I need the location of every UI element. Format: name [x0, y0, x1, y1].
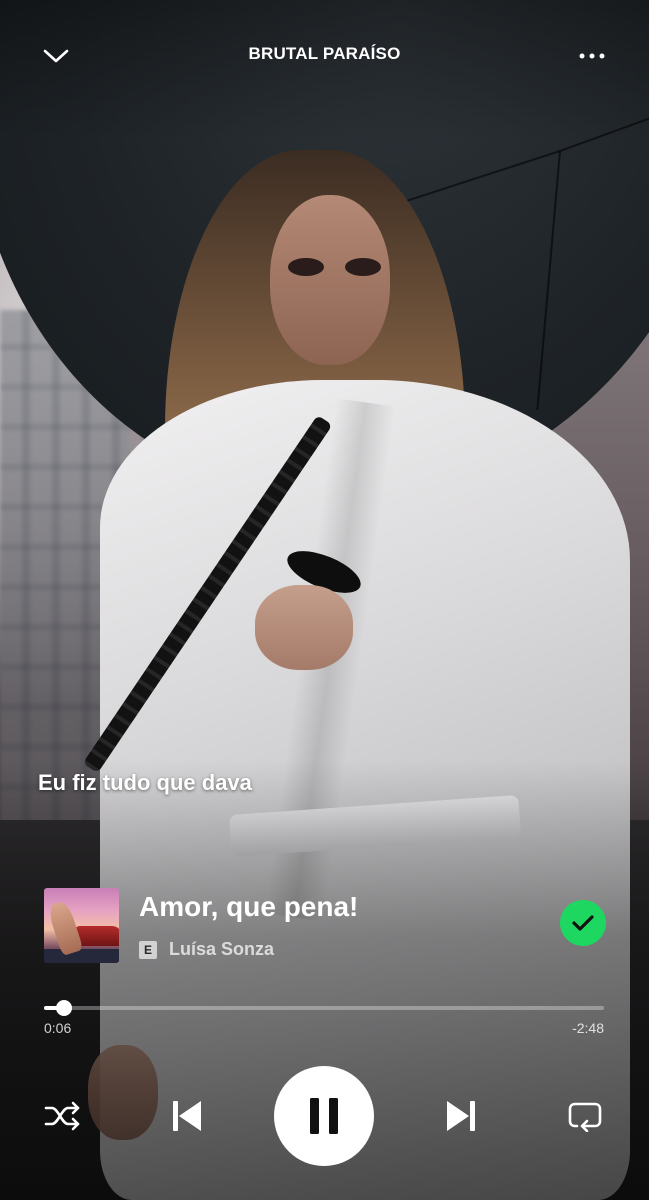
- previous-button[interactable]: [164, 1094, 210, 1138]
- artist-line: E Luísa Sonza: [139, 939, 274, 960]
- person-hand: [255, 585, 353, 670]
- next-button[interactable]: [438, 1094, 484, 1138]
- track-info: Amor, que pena! E Luísa Sonza: [44, 885, 610, 965]
- remaining-time: -2:48: [572, 1020, 604, 1036]
- skip-next-icon: [447, 1101, 475, 1131]
- playing-from-title[interactable]: BRUTAL PARAÍSO: [0, 44, 649, 64]
- playback-controls: [0, 1060, 649, 1170]
- progress-bar[interactable]: [44, 1000, 604, 1016]
- more-horizontal-icon: [579, 53, 605, 59]
- album-cover[interactable]: [44, 888, 119, 963]
- more-options-button[interactable]: [570, 36, 614, 76]
- person-face: [270, 195, 390, 365]
- lyric-line: Eu fiz tudo que dava: [38, 770, 252, 795]
- pause-icon: [310, 1098, 338, 1134]
- person-eye: [345, 258, 381, 276]
- progress-thumb[interactable]: [56, 1000, 72, 1016]
- person-eye: [288, 258, 324, 276]
- pause-button[interactable]: [274, 1066, 374, 1166]
- check-icon: [572, 915, 594, 931]
- canvas-video-background: [0, 0, 649, 1200]
- liked-button[interactable]: [560, 900, 606, 946]
- progress-track: [44, 1006, 604, 1010]
- track-title[interactable]: Amor, que pena!: [139, 891, 358, 923]
- repeat-button[interactable]: [562, 1096, 608, 1136]
- explicit-badge: E: [139, 940, 157, 959]
- player-header: BRUTAL PARAÍSO: [0, 0, 649, 110]
- artist-name[interactable]: Luísa Sonza: [169, 939, 274, 960]
- shuffle-icon: [44, 1101, 80, 1131]
- repeat-icon: [568, 1102, 602, 1132]
- shuffle-button[interactable]: [40, 1098, 86, 1134]
- elapsed-time: 0:06: [44, 1020, 72, 1036]
- skip-previous-icon: [173, 1101, 201, 1131]
